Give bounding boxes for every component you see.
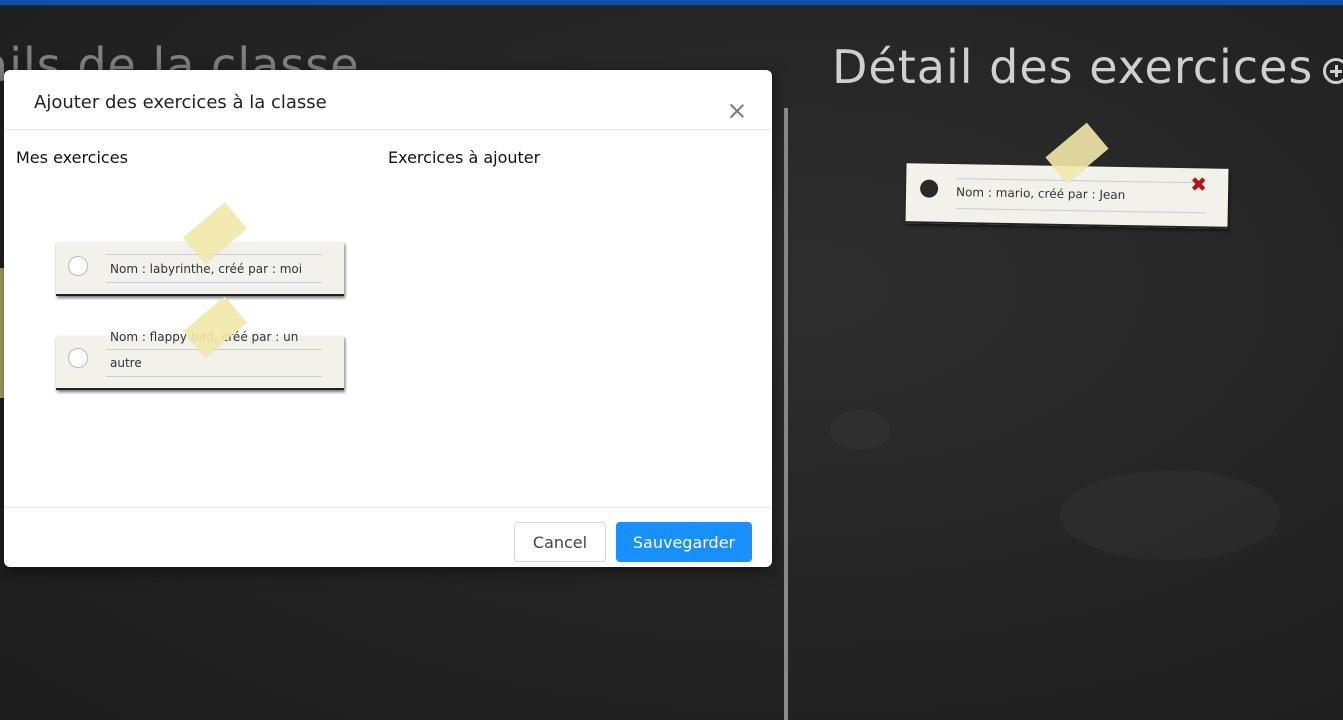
modal-title: Ajouter des exercices à la classe — [34, 92, 327, 113]
add-exercises-modal: Ajouter des exercices à la classe Mes ex… — [4, 70, 772, 567]
delete-exercise-icon[interactable]: ✖ — [1190, 172, 1207, 196]
note-line — [106, 282, 322, 283]
top-bar — [0, 0, 1343, 5]
note-line — [106, 376, 322, 377]
exercises-to-add-heading: Exercices à ajouter — [388, 148, 541, 167]
cancel-button[interactable]: Cancel — [514, 522, 606, 562]
class-exercise-label: Nom : mario, créé par : Jean — [955, 185, 1126, 203]
note-hole — [68, 348, 88, 368]
exercise-label-line2: autre — [110, 356, 142, 370]
save-button[interactable]: Sauvegarder — [616, 522, 752, 562]
chalk-smudge — [1060, 470, 1280, 560]
exercise-details-title: Détail des exercices — [832, 40, 1314, 94]
note-hole — [68, 256, 88, 276]
close-icon[interactable] — [726, 100, 748, 122]
chalk-smudge — [830, 410, 890, 450]
column-divider — [784, 108, 788, 720]
note-line — [955, 208, 1206, 214]
exercise-details-header: Détail des exercices — [832, 40, 1343, 94]
modal-footer: Cancel Sauvegarder — [4, 507, 772, 568]
my-exercises-heading: Mes exercices — [16, 148, 128, 167]
note-hole — [919, 179, 939, 198]
modal-header: Ajouter des exercices à la classe — [4, 70, 772, 130]
exercises-to-add-dropzone[interactable] — [388, 180, 758, 500]
plus-circle-icon[interactable] — [1323, 58, 1343, 84]
